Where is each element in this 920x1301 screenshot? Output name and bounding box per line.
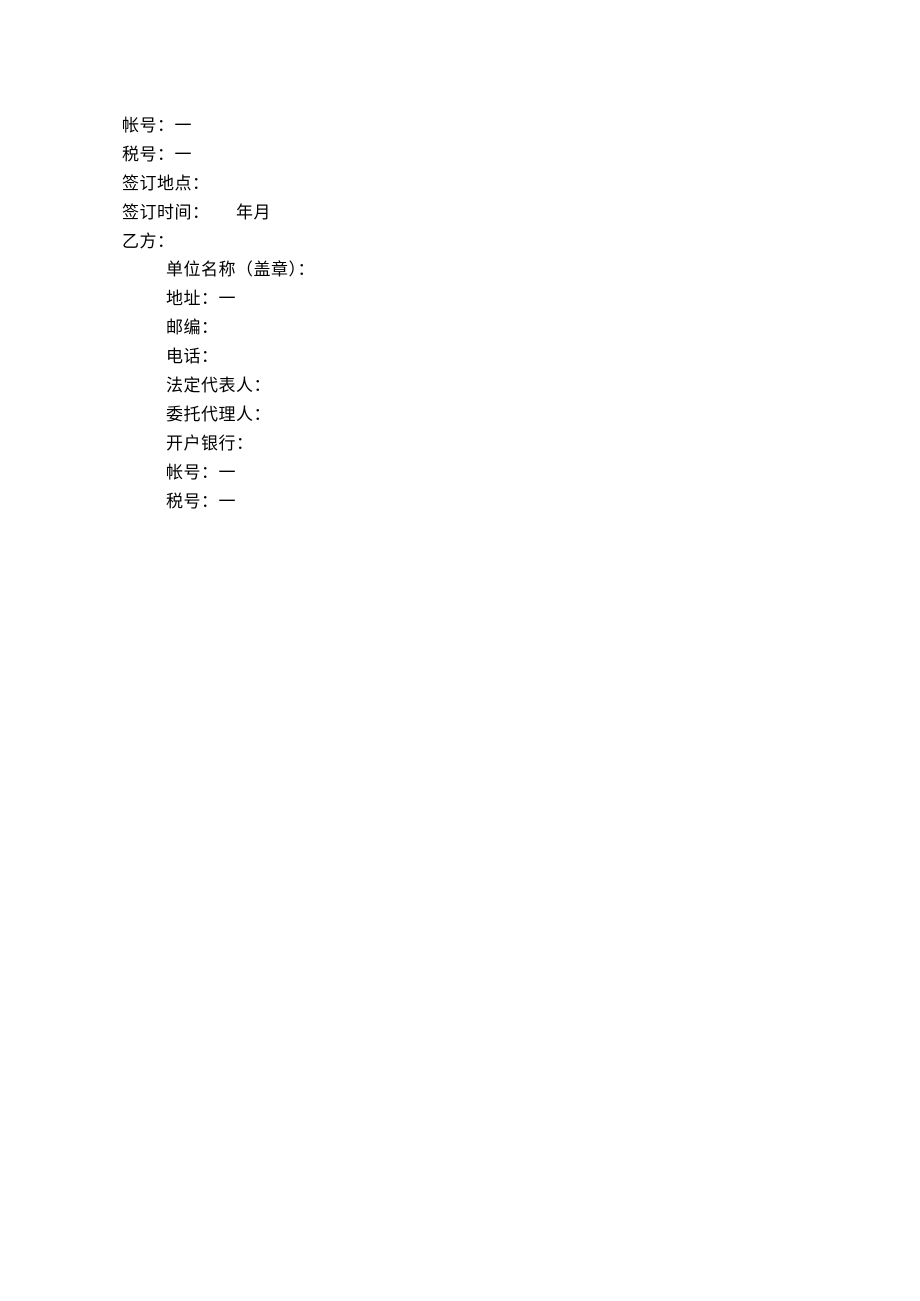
postcode-line: 邮编： — [122, 314, 920, 343]
signing-time-line: 签订时间： 年月 — [122, 199, 920, 228]
address-line: 地址：一 — [122, 285, 920, 314]
phone-line: 电话： — [122, 343, 920, 372]
bank-line: 开户银行： — [122, 430, 920, 459]
authorized-agent-line: 委托代理人： — [122, 401, 920, 430]
unit-name-line: 单位名称（盖章）： — [122, 256, 920, 285]
tax-number-b-line: 税号：一 — [122, 488, 920, 517]
tax-number-line: 税号：一 — [122, 141, 920, 170]
legal-representative-line: 法定代表人： — [122, 372, 920, 401]
account-number-line: 帐号：一 — [122, 112, 920, 141]
account-number-b-line: 帐号：一 — [122, 459, 920, 488]
signing-place-line: 签订地点： — [122, 170, 920, 199]
party-b-line: 乙方： — [122, 228, 920, 257]
